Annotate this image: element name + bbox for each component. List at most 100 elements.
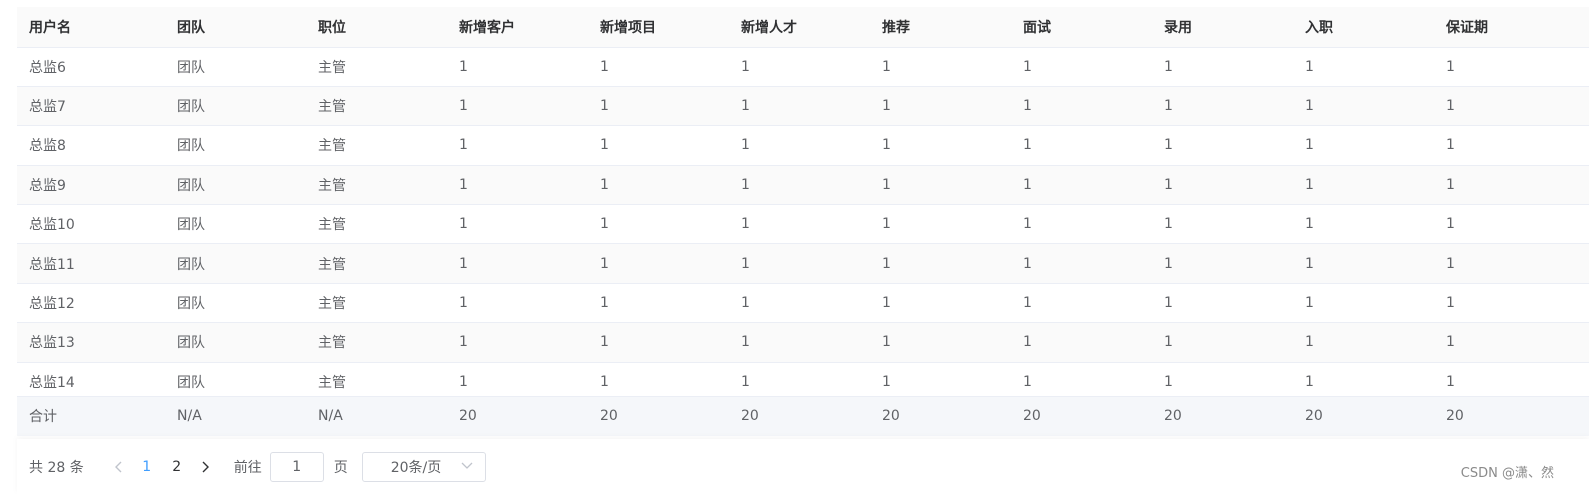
column-header: 新增人才	[729, 7, 870, 48]
prev-page-button[interactable]	[106, 453, 132, 481]
table-cell: 1	[1011, 204, 1152, 245]
header-row: 用户名 团队 职位 新增客户 新增项目 新增人才 推荐 面试 录用 入职 保证期	[17, 7, 1589, 48]
table-row[interactable]: 总监6 团队 主管 1 1 1 1 1 1 1 1	[17, 47, 1589, 87]
pagination: 共 28 条 12 前往 页 20条/页	[17, 439, 1589, 494]
table-cell: 1	[870, 165, 1011, 206]
table-cell: 1	[870, 125, 1011, 166]
table-cell: 1	[1293, 283, 1434, 324]
table-cell: 团队	[165, 86, 306, 127]
goto-suffix: 页	[333, 459, 348, 476]
table-cell: 主管	[306, 47, 447, 87]
table-cell: 主管	[318, 375, 346, 392]
summary-cell: 20	[870, 395, 1011, 437]
table-cell: 1	[588, 204, 729, 245]
table-cell: 团队	[165, 47, 306, 87]
table-cell: 1	[447, 204, 588, 245]
table-row[interactable]: 总监7 团队 主管 1 1 1 1 1 1 1 1	[17, 86, 1589, 127]
table-cell: 1	[1434, 283, 1589, 324]
table-cell: 1	[1011, 165, 1152, 206]
table-cell: 总监13	[17, 322, 165, 363]
column-header: 用户名	[17, 7, 165, 48]
column-header: 推荐	[870, 7, 1011, 48]
table-cell: 1	[1152, 125, 1293, 166]
table-cell: 1	[600, 374, 609, 391]
table-cell: 1	[447, 283, 588, 324]
table-cell: 总监12	[17, 283, 165, 324]
table-cell: 总监6	[17, 47, 165, 87]
table-cell: 1	[1011, 283, 1152, 324]
table-cell: 1	[741, 374, 750, 391]
table-cell: 1	[870, 86, 1011, 127]
table-row[interactable]: 总监11 团队 主管 1 1 1 1 1 1 1 1	[17, 243, 1589, 284]
table-cell: 1	[1293, 47, 1434, 87]
page-list: 12	[132, 453, 192, 481]
table-cell: 总监9	[17, 165, 165, 206]
table-cell: 团队	[165, 243, 306, 284]
summary-cell: 20	[1293, 395, 1434, 437]
table-cell: 1	[870, 204, 1011, 245]
table-cell: 1	[1011, 322, 1152, 363]
summary-cell: 20	[729, 395, 870, 437]
table-cell: 1	[1446, 374, 1455, 391]
table-cell: 1	[1011, 125, 1152, 166]
page-size-select[interactable]: 20条/页	[361, 451, 486, 482]
table-cell: 1	[870, 243, 1011, 284]
table-cell: 1	[1293, 125, 1434, 166]
table-cell: 1	[588, 86, 729, 127]
table-cell: 1	[588, 165, 729, 206]
table-cell: 1	[1293, 165, 1434, 206]
total-count: 共 28 条	[29, 459, 84, 476]
table-cell: 团队	[165, 322, 306, 363]
table-row[interactable]: 总监10 团队 主管 1 1 1 1 1 1 1 1	[17, 204, 1589, 245]
chevron-down-icon	[461, 459, 473, 475]
column-header: 职位	[306, 7, 447, 48]
table-cell: 1	[1293, 204, 1434, 245]
table-row[interactable]: 总监14 团队 主管 1 1 1 1 1 1 1 1	[17, 362, 1589, 396]
table-row[interactable]: 总监13 团队 主管 1 1 1 1 1 1 1 1	[17, 322, 1589, 363]
table-cell: 团队	[177, 375, 205, 392]
table-body: 总监6 团队 主管 1 1 1 1 1 1 1 1 总监7 团队 主管 1 1 1 1 1 1 1 1 总监8 团队 主管 1 1 1…	[17, 47, 1589, 396]
table-cell: 1	[1152, 283, 1293, 324]
chevron-left-icon	[114, 461, 122, 472]
next-page-button[interactable]	[192, 453, 218, 481]
table-cell: 1	[1152, 165, 1293, 206]
table-cell: 1	[1434, 243, 1589, 284]
summary-cell: 20	[447, 395, 588, 437]
table-cell: 总监7	[17, 86, 165, 127]
table-cell: 1	[882, 374, 891, 391]
table-cell: 1	[1434, 86, 1589, 127]
data-table: 用户名 团队 职位 新增客户 新增项目 新增人才 推荐 面试 录用 入职 保证期 总监6 团队 主管 1 1…	[17, 7, 1589, 439]
table-row[interactable]: 总监12 团队 主管 1 1 1 1 1 1 1 1	[17, 283, 1589, 324]
table-cell: 1	[1011, 47, 1152, 87]
summary-cell: 20	[1011, 395, 1152, 437]
table-cell: 1	[1152, 47, 1293, 87]
table-cell: 总监14	[29, 375, 75, 392]
table-cell: 1	[1152, 243, 1293, 284]
page-number-2[interactable]: 2	[162, 453, 192, 481]
page-size-value: 20条/页	[390, 459, 442, 476]
summary-cell: 20	[588, 395, 729, 437]
table-cell: 1	[588, 322, 729, 363]
table-cell: 主管	[306, 283, 447, 324]
goto-page-input[interactable]	[269, 451, 324, 482]
table-cell: 主管	[306, 204, 447, 245]
summary-cell: N/A	[306, 395, 447, 437]
table-cell: 1	[1293, 243, 1434, 284]
table-cell: 主管	[306, 125, 447, 166]
table-row[interactable]: 总监9 团队 主管 1 1 1 1 1 1 1 1	[17, 165, 1589, 206]
page-number-1[interactable]: 1	[132, 453, 162, 481]
table-cell: 1	[729, 86, 870, 127]
table-cell: 1	[1293, 322, 1434, 363]
table-cell: 1	[729, 322, 870, 363]
table-cell: 1	[459, 374, 468, 391]
table-row[interactable]: 总监8 团队 主管 1 1 1 1 1 1 1 1	[17, 125, 1589, 166]
table-cell: 1	[588, 47, 729, 87]
column-header: 入职	[1293, 7, 1434, 48]
column-header: 新增项目	[588, 7, 729, 48]
table-header: 用户名 团队 职位 新增客户 新增项目 新增人才 推荐 面试 录用 入职 保证期	[17, 7, 1589, 48]
table-cell: 总监11	[17, 243, 165, 284]
table-cell: 1	[870, 283, 1011, 324]
table-cell: 1	[729, 125, 870, 166]
table-cell: 1	[729, 204, 870, 245]
table-cell: 1	[1434, 204, 1589, 245]
